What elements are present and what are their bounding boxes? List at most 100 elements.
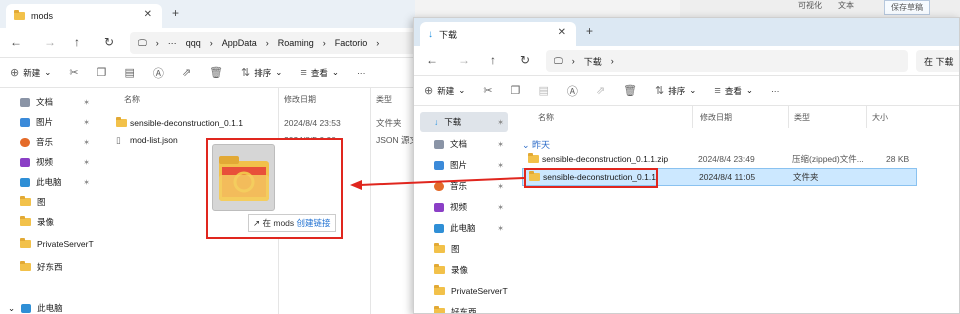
view-icon: ≡ — [714, 84, 721, 97]
delete-icon[interactable]: 🗑 — [209, 66, 223, 79]
copy-icon[interactable]: ❐ — [511, 84, 521, 97]
text-label[interactable]: 文本 — [838, 0, 854, 11]
visualize-label[interactable]: 可视化 — [798, 0, 822, 11]
sidebar-item-folder[interactable]: 图 — [6, 192, 94, 212]
search-input[interactable]: 在 下载 — [916, 50, 959, 72]
sidebar-item-this-pc[interactable]: 此电脑 ✶ — [420, 218, 508, 238]
sort-button[interactable]: ⇅ 排序 ⌄ — [241, 66, 282, 79]
sidebar-item-music[interactable]: 音乐 ✶ — [420, 176, 508, 196]
pin-icon: ✶ — [83, 97, 90, 107]
sidebar-item-folder[interactable]: 好东西 — [420, 302, 508, 313]
new-tab-button[interactable]: + — [586, 24, 593, 38]
sidebar-item-folder[interactable]: 好东西 — [6, 257, 94, 277]
new-button[interactable]: ⊕ 新建 ⌄ — [10, 66, 51, 79]
rename-icon[interactable]: Ⓐ — [153, 65, 164, 81]
new-tab-button[interactable]: + — [172, 6, 179, 20]
background-app-toolbar: 可视化 文本 保存草稿 — [680, 0, 960, 18]
share-icon[interactable]: ⇗ — [182, 66, 191, 79]
view-button[interactable]: ≡ 查看 ⌄ — [714, 85, 753, 97]
pin-icon: ✶ — [83, 117, 90, 127]
breadcrumb-appdata[interactable]: AppData — [222, 38, 257, 48]
file-list: 名称 修改日期 类型 大小 ⌄ 昨天 sensible-deconstructi… — [514, 106, 959, 313]
tab-title: mods — [31, 11, 54, 21]
refresh-icon[interactable]: ↻ — [104, 35, 114, 49]
copy-icon[interactable]: ❐ — [97, 66, 107, 79]
sidebar-item-this-pc[interactable]: ⌄ 此电脑 — [6, 298, 94, 314]
sort-icon: ⇅ — [655, 85, 665, 97]
computer-icon: 🖵 — [138, 37, 147, 48]
close-tab-icon[interactable]: ✕ — [558, 27, 566, 38]
sidebar-item-folder[interactable]: 录像 — [420, 260, 508, 280]
cut-icon[interactable]: ✂ — [69, 66, 78, 79]
folder-icon — [434, 285, 445, 295]
back-icon[interactable]: ← — [426, 53, 438, 67]
close-tab-icon[interactable]: ✕ — [144, 9, 152, 20]
breadcrumb-more[interactable]: ··· — [168, 38, 177, 48]
tab-bar: mods ✕ + — [0, 0, 415, 28]
up-icon[interactable]: ↑ — [74, 35, 80, 49]
more-button[interactable]: ··· — [357, 68, 366, 78]
pin-icon: ✶ — [497, 160, 504, 170]
sidebar-item-music[interactable]: 音乐 ✶ — [6, 132, 94, 152]
sidebar-item-documents[interactable]: 文档 ✶ — [6, 92, 94, 112]
sidebar-item-folder[interactable]: 录像 — [6, 212, 94, 232]
drag-tooltip: ↗ 在 mods 创建链接 — [248, 214, 336, 232]
documents-icon — [20, 97, 30, 107]
column-name[interactable]: 名称 — [538, 112, 554, 123]
file-row[interactable]: sensible-deconstruction_0.1.1 2024/8/4 2… — [108, 114, 411, 132]
sidebar-item-videos[interactable]: 视频 ✶ — [6, 152, 94, 172]
up-icon[interactable]: ↑ — [490, 53, 496, 67]
sidebar-item-downloads[interactable]: ↓ 下载 ✶ — [420, 112, 508, 132]
sort-button[interactable]: ⇅ 排序 ⌄ — [655, 84, 696, 97]
paste-icon[interactable]: ▤ — [124, 66, 134, 79]
address-bar[interactable]: 🖵 › 下载 › — [546, 50, 908, 72]
share-icon[interactable]: ⇗ — [596, 84, 605, 97]
back-icon[interactable]: ← — [10, 35, 22, 49]
column-type[interactable]: 类型 — [376, 94, 392, 105]
delete-icon[interactable]: 🗑 — [623, 84, 637, 97]
breadcrumb-roaming[interactable]: Roaming — [278, 38, 314, 48]
sidebar-item-videos[interactable]: 视频 ✶ — [420, 197, 508, 217]
column-divider — [692, 106, 693, 128]
new-button[interactable]: ⊕ 新建 ⌄ — [424, 84, 465, 97]
chevron-down-icon[interactable]: ⌄ — [8, 303, 15, 314]
computer-icon — [21, 303, 32, 313]
sidebar-item-folder[interactable]: PrivateServerT — [420, 281, 508, 301]
file-row[interactable]: sensible-deconstruction_0.1.1.zip 2024/8… — [522, 150, 955, 168]
tab-downloads[interactable]: ↓ 下载 ✕ — [420, 22, 576, 46]
sidebar-item-pictures[interactable]: 图片 ✶ — [420, 155, 508, 175]
column-date[interactable]: 修改日期 — [700, 112, 732, 123]
column-date[interactable]: 修改日期 — [284, 94, 316, 105]
sidebar-item-documents[interactable]: 文档 ✶ — [420, 134, 508, 154]
videos-icon — [20, 157, 30, 167]
breadcrumb-factorio[interactable]: Factorio — [335, 38, 368, 48]
sidebar-item-this-pc[interactable]: 此电脑 ✶ — [6, 172, 94, 192]
folder-icon — [434, 264, 445, 274]
videos-icon — [434, 202, 444, 212]
rename-icon[interactable]: Ⓐ — [567, 83, 578, 99]
column-size[interactable]: 大小 — [872, 112, 888, 123]
view-button[interactable]: ≡ 查看 ⌄ — [300, 67, 339, 79]
breadcrumb-qqq[interactable]: qqq — [186, 38, 201, 48]
zip-folder-icon — [528, 153, 539, 163]
view-icon: ≡ — [300, 66, 307, 79]
pin-icon: ✶ — [83, 177, 90, 187]
address-bar[interactable]: 🖵 › ··· qqq › AppData › Roaming › Factorio › — [130, 32, 415, 54]
sidebar-item-folder[interactable]: 图 — [420, 239, 508, 259]
sidebar-item-pictures[interactable]: 图片 ✶ — [6, 112, 94, 132]
tab-mods[interactable]: mods ✕ — [6, 4, 162, 28]
paste-icon[interactable]: ▤ — [538, 84, 548, 97]
forward-icon[interactable]: → — [458, 53, 470, 67]
save-draft-button[interactable]: 保存草稿 — [884, 0, 930, 15]
cut-icon[interactable]: ✂ — [483, 84, 492, 97]
column-type[interactable]: 类型 — [794, 112, 810, 123]
download-icon: ↓ — [434, 117, 439, 127]
refresh-icon[interactable]: ↻ — [520, 53, 530, 67]
breadcrumb-downloads[interactable]: 下载 — [584, 55, 602, 68]
forward-icon[interactable]: → — [44, 35, 56, 49]
more-button[interactable]: ··· — [771, 86, 780, 96]
folder-thumbnail-icon — [219, 156, 269, 201]
column-name[interactable]: 名称 — [124, 94, 140, 105]
sidebar-item-folder[interactable]: PrivateServerT — [6, 234, 94, 254]
folder-icon — [434, 243, 445, 253]
